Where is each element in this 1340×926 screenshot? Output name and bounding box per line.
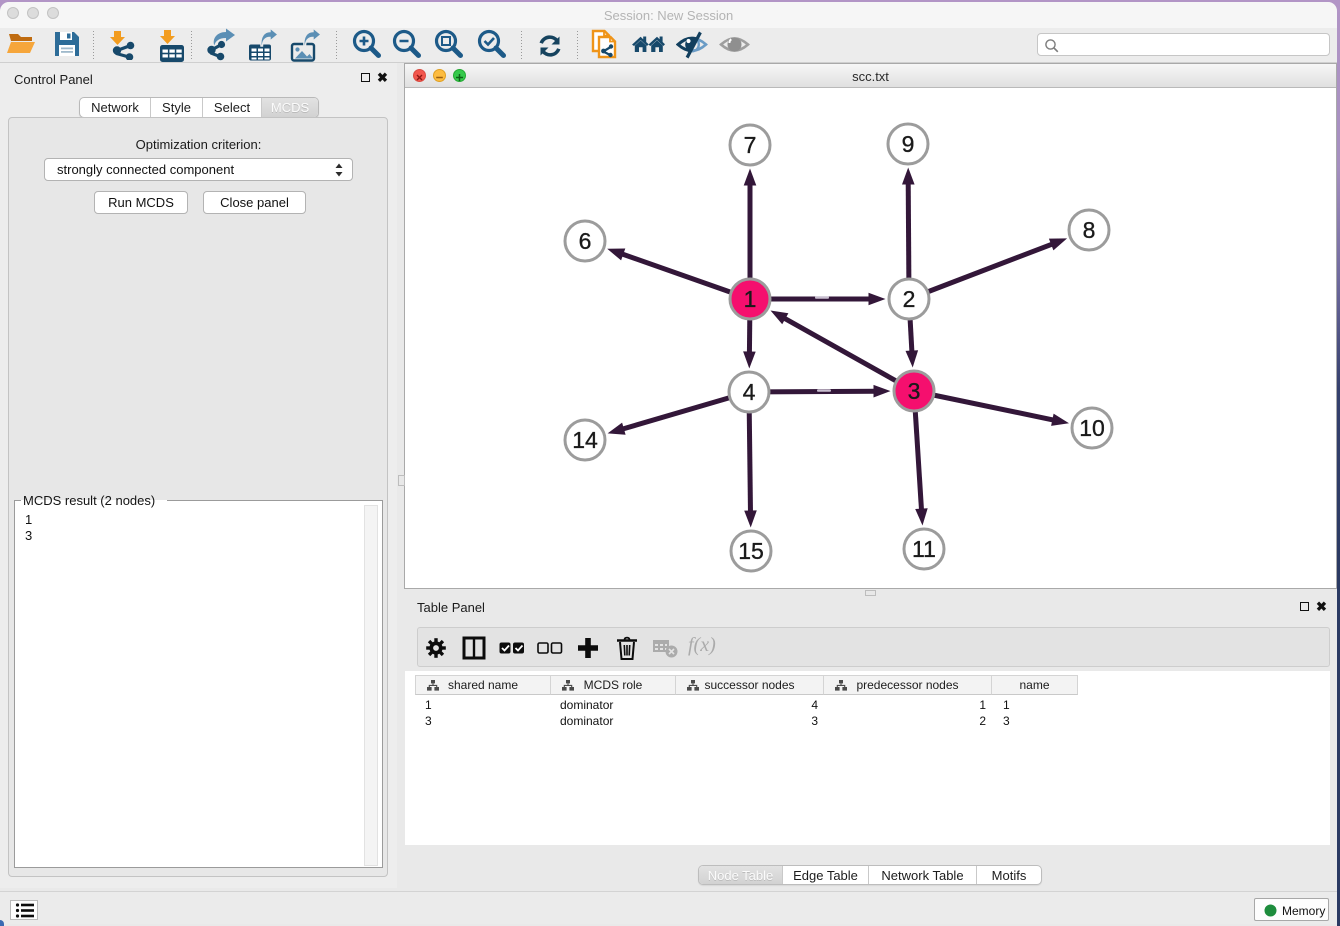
svg-text:4: 4 [743, 379, 756, 405]
svg-text:10: 10 [1079, 415, 1105, 441]
svg-text:2: 2 [903, 286, 916, 312]
svg-text:8: 8 [1083, 217, 1096, 243]
svg-text:14: 14 [572, 427, 598, 453]
svg-text:15: 15 [738, 538, 764, 564]
svg-text:3: 3 [908, 378, 921, 404]
svg-text:7: 7 [744, 132, 757, 158]
svg-text:6: 6 [579, 228, 592, 254]
svg-text:9: 9 [902, 131, 915, 157]
svg-text:11: 11 [912, 536, 936, 562]
svg-text:1: 1 [744, 286, 757, 312]
